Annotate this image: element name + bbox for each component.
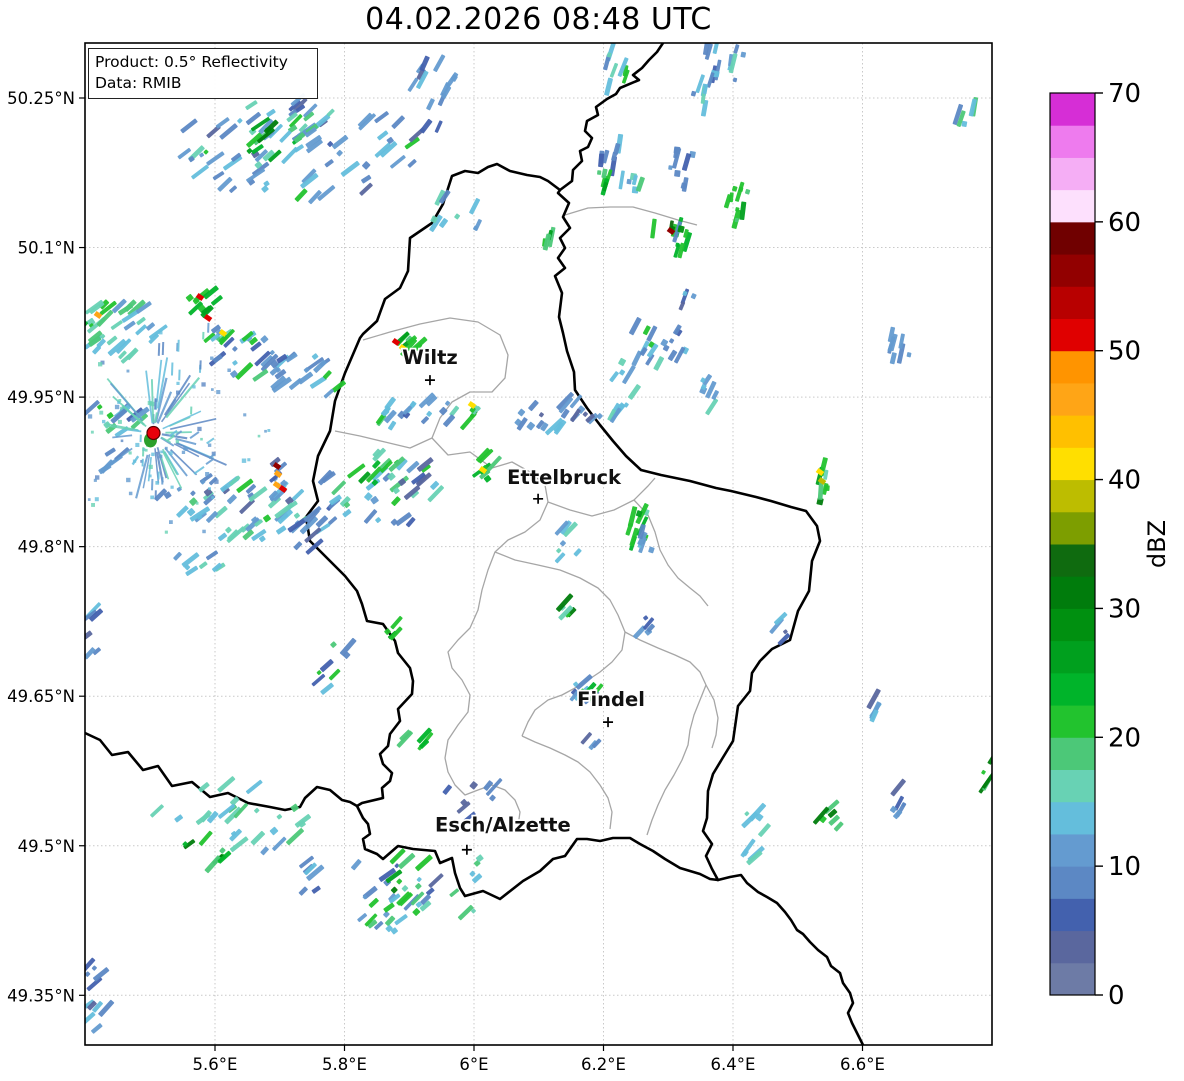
city-marker-findel: Findel: [575, 686, 647, 728]
radar-site-marker: [143, 425, 161, 448]
x-tick-label: 6°E: [459, 1055, 488, 1074]
x-tick-label: 6.4°E: [711, 1055, 756, 1074]
colorbar-tick-label: 60: [1108, 208, 1141, 238]
colorbar-tick-label: 70: [1108, 79, 1141, 109]
map-area: [85, 43, 992, 1045]
axis-ticks-labels: 5.6°E 5.8°E 6°E 6.2°E 6.4°E 6.6°E 50.25°N 50.1°…: [7, 89, 885, 1074]
map-frame: [84, 42, 993, 1046]
data-source-line: Data: RMIB: [95, 74, 182, 92]
x-tick-label: 5.8°E: [322, 1055, 367, 1074]
colorbar-tick-label: 50: [1108, 337, 1141, 367]
radar-figure: 04.02.2026 08:48 UTC Wiltz Ettelbruck Find…: [0, 0, 1184, 1081]
colorbar-tick-label: 40: [1108, 466, 1141, 496]
colorbar: 0 10 20 30 40 50 60 70 dBZ: [1049, 79, 1171, 1011]
x-tick-label: 5.6°E: [193, 1055, 238, 1074]
map-gridlines: [85, 43, 992, 1045]
x-tick-label: 6.2°E: [581, 1055, 626, 1074]
svg-text:Wiltz: Wiltz: [402, 346, 458, 369]
radar-map-plot: WiltzEttelbruckFindelEsch/Alzette5.6°E 5.…: [7, 42, 1171, 1074]
y-tick-label: 49.35°N: [7, 986, 75, 1005]
y-tick-label: 49.95°N: [7, 388, 75, 407]
city-marker-ettelbruck: Ettelbruck: [505, 464, 624, 504]
product-info-line: Product: 0.5° Reflectivity: [95, 53, 288, 71]
y-tick-label: 50.1°N: [18, 239, 75, 258]
x-tick-label: 6.6°E: [840, 1055, 885, 1074]
colorbar-tick-label: 20: [1108, 723, 1141, 753]
radar-echoes: [85, 43, 992, 1034]
colorbar-tick-label: 10: [1108, 852, 1141, 882]
svg-text:Ettelbruck: Ettelbruck: [507, 466, 622, 489]
product-info-box: Product: 0.5° Reflectivity Data: RMIB: [88, 48, 318, 99]
y-tick-label: 49.65°N: [7, 687, 75, 706]
city-marker-esch-alzette: Esch/Alzette: [433, 812, 572, 855]
colorbar-tick-label: 0: [1108, 981, 1125, 1011]
colorbar-tick-label: 30: [1108, 594, 1141, 624]
svg-text:Esch/Alzette: Esch/Alzette: [435, 814, 571, 837]
svg-text:Findel: Findel: [577, 688, 645, 711]
y-tick-label: 49.8°N: [18, 538, 75, 557]
city-marker-wiltz: Wiltz: [400, 344, 460, 386]
colorbar-axis-label: dBZ: [1143, 520, 1171, 568]
y-tick-label: 49.5°N: [18, 837, 75, 856]
y-tick-label: 50.25°N: [7, 89, 75, 108]
